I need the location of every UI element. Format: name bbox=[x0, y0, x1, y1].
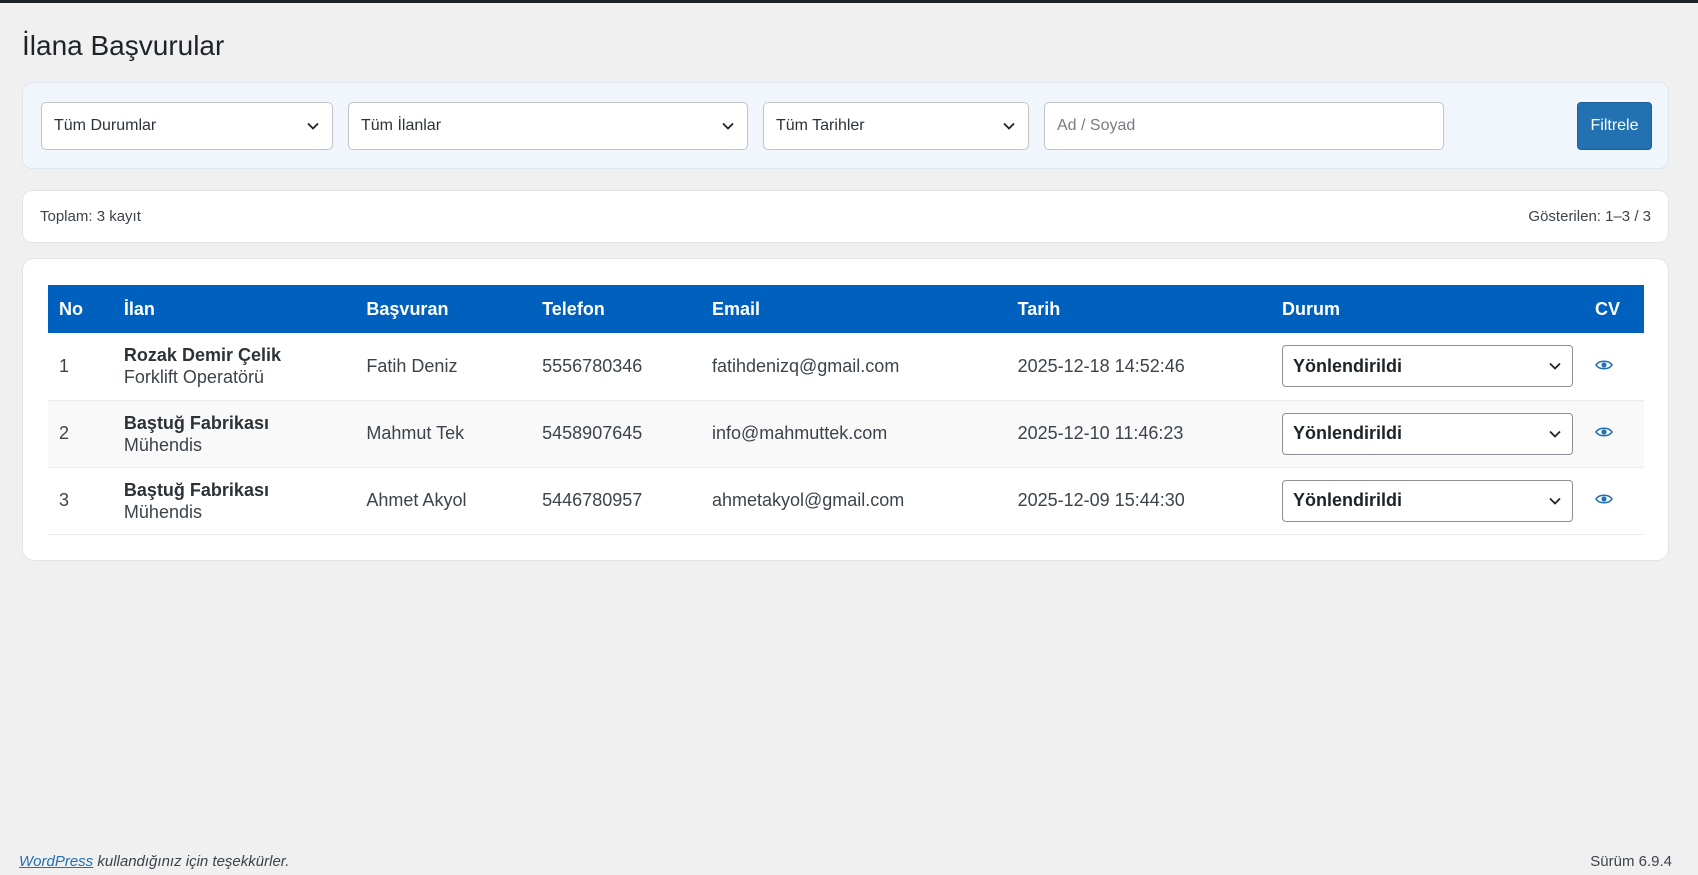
total-count: Toplam: 3 kayıt bbox=[40, 208, 141, 225]
date-filter-select[interactable]: Tüm Tarihler bbox=[763, 102, 1029, 150]
applications-table: No İlan Başvuran Telefon Email Tarih Dur… bbox=[48, 285, 1644, 535]
listing-position: Mühendis bbox=[123, 434, 202, 455]
cell-date: 2025-12-09 15:44:30 bbox=[1017, 490, 1185, 510]
listing-filter-select[interactable]: Tüm İlanlar bbox=[348, 102, 748, 150]
cell-no: 1 bbox=[59, 355, 70, 376]
table-header-row: No İlan Başvuran Telefon Email Tarih Dur… bbox=[48, 285, 1644, 333]
listing-filter-value: Tüm İlanlar bbox=[361, 117, 442, 134]
view-cv-link[interactable] bbox=[1595, 425, 1613, 439]
footer-version: Sürüm 6.9.4 bbox=[1590, 853, 1672, 870]
chevron-down-icon bbox=[1003, 122, 1015, 130]
status-value: Yönlendirildi bbox=[1292, 355, 1402, 376]
showing-range: Gösterilen: 1–3 / 3 bbox=[1528, 208, 1651, 225]
column-header-date: Tarih bbox=[1017, 298, 1061, 319]
cell-listing: Rozak Demir Çelik Forklift Operatörü bbox=[113, 333, 355, 400]
chevron-down-icon bbox=[1549, 497, 1561, 505]
table-row: 1 Rozak Demir Çelik Forklift Operatörü F… bbox=[48, 333, 1644, 400]
page-title: İlana Başvurular bbox=[22, 30, 225, 61]
cell-date: 2025-12-18 14:52:46 bbox=[1017, 355, 1185, 376]
cell-status: Yönlendirildi bbox=[1271, 333, 1584, 400]
status-filter-value: Tüm Durumlar bbox=[54, 117, 157, 134]
column-header-email: Email bbox=[711, 298, 760, 319]
cell-status: Yönlendirildi bbox=[1271, 400, 1584, 467]
admin-top-bar bbox=[0, 0, 1698, 3]
cell-phone: 5556780346 bbox=[542, 355, 643, 376]
status-select[interactable]: Yönlendirildi bbox=[1281, 345, 1573, 388]
column-header-phone: Telefon bbox=[542, 298, 605, 319]
cell-applicant: Fatih Deniz bbox=[366, 355, 458, 376]
wordpress-link[interactable]: WordPress bbox=[19, 853, 93, 870]
cell-listing: Baştuğ Fabrikası Mühendis bbox=[113, 400, 355, 467]
eye-icon bbox=[1595, 360, 1613, 370]
cell-applicant: Ahmet Akyol bbox=[366, 490, 467, 510]
chevron-down-icon bbox=[722, 122, 734, 130]
column-header-status: Durum bbox=[1281, 298, 1340, 319]
applications-table-panel: No İlan Başvuran Telefon Email Tarih Dur… bbox=[22, 258, 1669, 561]
cell-phone: 5446780957 bbox=[542, 490, 643, 510]
cell-cv bbox=[1584, 333, 1644, 400]
status-value: Yönlendirildi bbox=[1292, 423, 1402, 443]
listing-position: Forklift Operatörü bbox=[123, 367, 264, 388]
cell-applicant: Mahmut Tek bbox=[366, 423, 465, 443]
chevron-down-icon bbox=[1549, 363, 1561, 371]
cell-phone: 5458907645 bbox=[542, 423, 643, 443]
status-select[interactable]: Yönlendirildi bbox=[1281, 412, 1573, 455]
chevron-down-icon bbox=[1549, 430, 1561, 438]
cell-email: fatihdenizq@gmail.com bbox=[711, 355, 900, 376]
cell-listing: Baştuğ Fabrikası Mühendis bbox=[113, 467, 355, 534]
footer-thanks-text: kullandığınız için teşekkürler. bbox=[93, 853, 290, 870]
column-header-no: No bbox=[59, 298, 83, 319]
footer-thanks: WordPress kullandığınız için teşekkürler… bbox=[19, 853, 289, 870]
cell-no: 3 bbox=[59, 490, 70, 510]
listing-company: Baştuğ Fabrikası bbox=[123, 479, 269, 500]
cell-no: 2 bbox=[59, 423, 70, 443]
date-filter-value: Tüm Tarihler bbox=[776, 117, 865, 134]
filter-button[interactable]: Filtrele bbox=[1577, 102, 1652, 150]
status-filter-select[interactable]: Tüm Durumlar bbox=[41, 102, 333, 150]
cell-cv bbox=[1584, 400, 1644, 467]
table-row: 2 Baştuğ Fabrikası Mühendis Mahmut Tek 5… bbox=[48, 400, 1644, 467]
cell-date: 2025-12-10 11:46:23 bbox=[1017, 423, 1184, 443]
listing-company: Baştuğ Fabrikası bbox=[123, 412, 269, 433]
column-header-applicant: Başvuran bbox=[366, 298, 449, 319]
cell-email: ahmetakyol@gmail.com bbox=[711, 490, 905, 510]
status-select[interactable]: Yönlendirildi bbox=[1281, 479, 1573, 522]
cell-cv bbox=[1584, 467, 1644, 534]
eye-icon bbox=[1595, 494, 1613, 504]
view-cv-link[interactable] bbox=[1595, 358, 1613, 372]
name-search-input[interactable] bbox=[1044, 102, 1444, 150]
table-row: 3 Baştuğ Fabrikası Mühendis Ahmet Akyol … bbox=[48, 467, 1644, 534]
listing-position: Mühendis bbox=[123, 501, 202, 522]
status-value: Yönlendirildi bbox=[1292, 490, 1402, 510]
filter-panel: Tüm Durumlar Tüm İlanlar Tüm Tarihler Fi… bbox=[22, 82, 1669, 169]
listing-company: Rozak Demir Çelik bbox=[123, 345, 281, 366]
view-cv-link[interactable] bbox=[1595, 492, 1613, 506]
eye-icon bbox=[1595, 427, 1613, 437]
summary-bar: Toplam: 3 kayıt Gösterilen: 1–3 / 3 bbox=[22, 190, 1669, 243]
chevron-down-icon bbox=[307, 122, 319, 130]
cell-status: Yönlendirildi bbox=[1271, 467, 1584, 534]
column-header-cv: CV bbox=[1594, 298, 1620, 319]
column-header-listing: İlan bbox=[123, 298, 155, 319]
cell-email: info@mahmuttek.com bbox=[711, 423, 888, 443]
